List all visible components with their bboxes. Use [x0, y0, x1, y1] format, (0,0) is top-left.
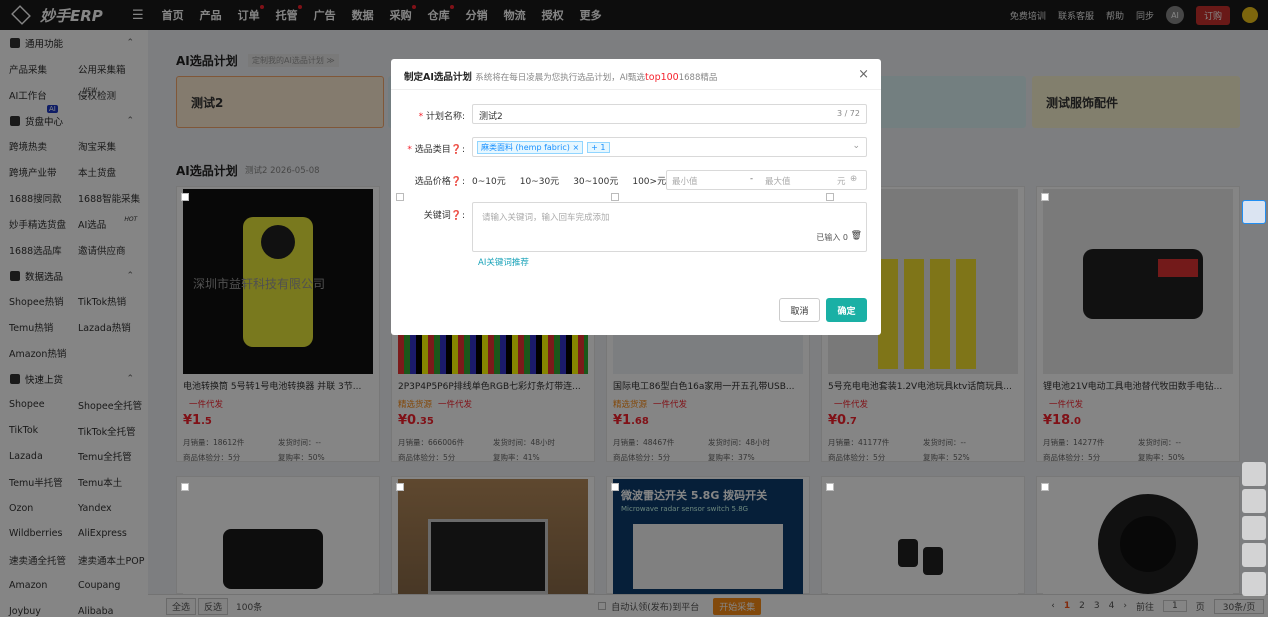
category-label: * 选品类目❓:: [407, 145, 465, 155]
ai-plan-modal: 制定AI选品计划 系统将在每日凌晨为您执行选品计划，AI甄选top1001688…: [391, 59, 881, 335]
ai-keyword-recommend-link[interactable]: AI关键词推荐: [478, 256, 529, 268]
price-option[interactable]: 30~100元: [573, 174, 618, 187]
price-unit: 元: [837, 177, 846, 187]
product-checkbox[interactable]: [1041, 193, 1049, 201]
keyword-label: 关键词❓:: [423, 211, 465, 221]
product-checkbox[interactable]: [396, 193, 404, 201]
price-option[interactable]: 0~10元: [472, 174, 506, 187]
side-refresh-icon[interactable]: [1242, 543, 1266, 567]
clear-circle-icon[interactable]: ⊕: [850, 174, 857, 184]
side-edit-icon[interactable]: [1242, 516, 1266, 540]
modal-title: 制定AI选品计划 系统将在每日凌晨为您执行选品计划，AI甄选top1001688…: [404, 69, 717, 83]
side-top-icon[interactable]: [1242, 572, 1266, 596]
chevron-down-icon: ⌄: [852, 141, 860, 151]
product-checkbox[interactable]: [1041, 483, 1049, 491]
translate-icon[interactable]: [1242, 200, 1266, 224]
side-phone-icon[interactable]: [1242, 489, 1266, 513]
product-checkbox[interactable]: [826, 483, 834, 491]
min-price-input[interactable]: 最小值: [672, 175, 698, 187]
plan-name-label-text: 计划名称:: [425, 112, 465, 122]
modal-subtitle-2: 1688精品: [678, 73, 718, 83]
price-range-input[interactable]: 最小值 - 最大值 元 ⊕: [666, 170, 867, 190]
plan-name-count: 3 / 72: [836, 109, 860, 118]
side-expand-icon[interactable]: [1242, 462, 1266, 486]
modal-title-text: 制定AI选品计划: [404, 72, 472, 83]
price-label: 选品价格❓:: [414, 177, 465, 187]
plan-name-label: * 计划名称:: [418, 112, 465, 122]
confirm-button[interactable]: 确定: [826, 298, 867, 322]
price-label-text: 选品价格: [414, 177, 451, 187]
keyword-placeholder: 请输入关键词，输入回车完成添加: [482, 213, 610, 223]
product-checkbox[interactable]: [611, 193, 619, 201]
close-icon[interactable]: ×: [858, 67, 869, 82]
price-option[interactable]: 100>元: [632, 174, 666, 187]
keyword-count: 已输入 0: [816, 233, 848, 242]
product-checkbox[interactable]: [396, 483, 404, 491]
plan-name-input[interactable]: 测试2 3 / 72: [472, 104, 867, 124]
trash-icon[interactable]: 🗑: [851, 231, 862, 241]
keyword-label-text: 关键词: [423, 211, 451, 221]
category-more-chip[interactable]: + 1: [587, 142, 610, 153]
category-label-text: 选品类目: [414, 145, 451, 155]
modal-subtitle: 系统将在每日凌晨为您执行选品计划，AI甄选: [475, 73, 646, 83]
product-checkbox[interactable]: [181, 193, 189, 201]
price-option[interactable]: 10~30元: [520, 174, 559, 187]
cancel-button[interactable]: 取消: [779, 298, 820, 322]
modal-divider: [391, 89, 881, 90]
plan-name-value: 测试2: [479, 112, 503, 122]
modal-highlight: top100: [645, 72, 679, 83]
category-chip[interactable]: 麻类面料 (hemp fabric) ×: [477, 141, 584, 154]
price-options: 0~10元 10~30元 30~100元 100>元: [472, 174, 666, 187]
max-price-input[interactable]: 最大值: [765, 175, 791, 187]
product-checkbox[interactable]: [181, 483, 189, 491]
keyword-input[interactable]: 请输入关键词，输入回车完成添加 已输入 0 🗑: [472, 202, 867, 252]
category-select[interactable]: 麻类面料 (hemp fabric) × + 1 ⌄: [472, 137, 867, 157]
product-checkbox[interactable]: [611, 483, 619, 491]
product-checkbox[interactable]: [826, 193, 834, 201]
